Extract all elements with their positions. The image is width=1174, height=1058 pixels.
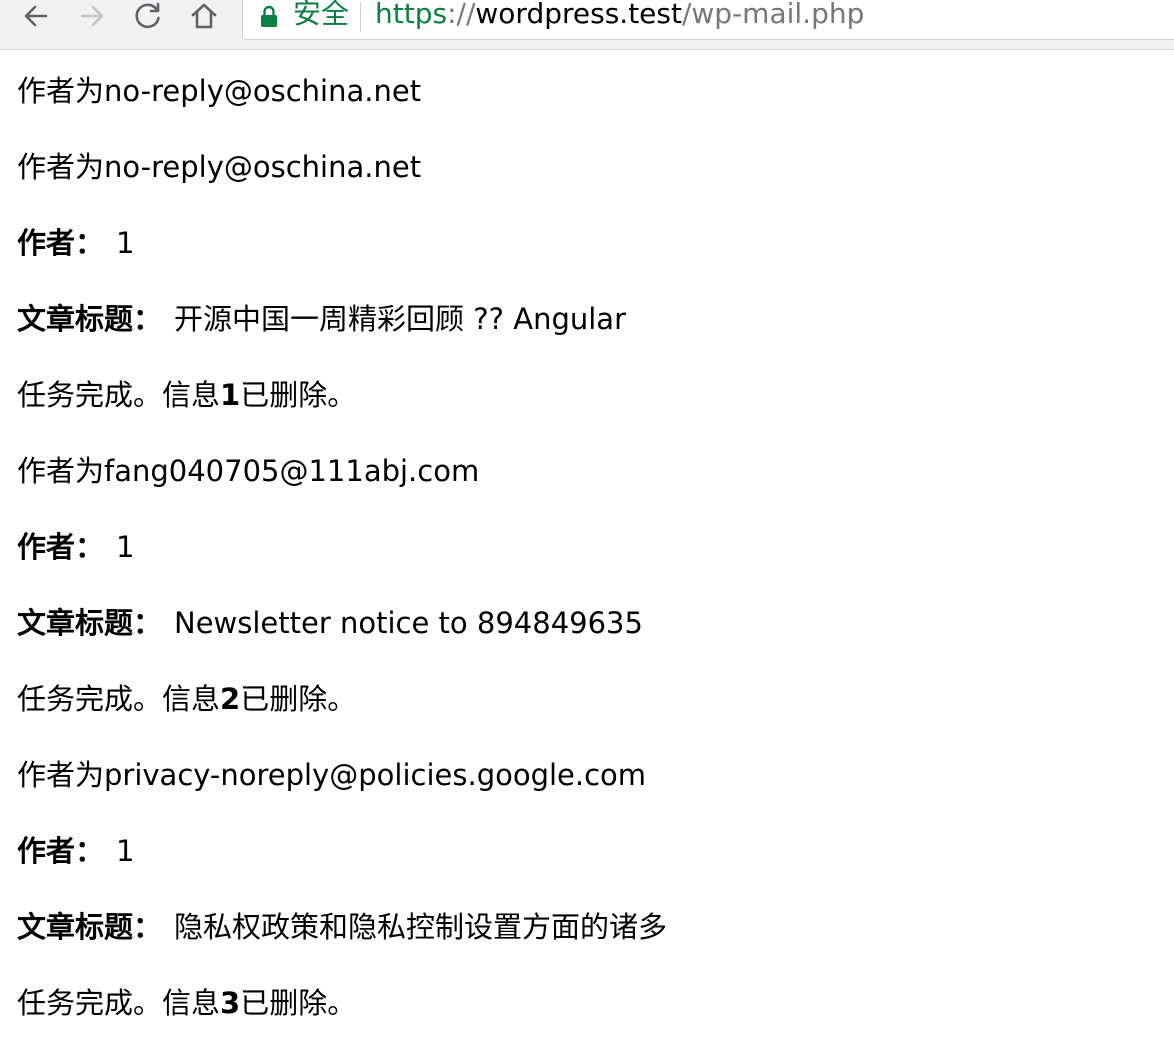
post-title-value: 开源中国一周精彩回顾 ?? Angular — [174, 302, 626, 336]
post-title-label: 文章标题： — [17, 302, 163, 336]
author-email-text: 作者为no-reply@oschina.net — [17, 74, 422, 108]
address-divider — [360, 2, 361, 32]
task-suffix: 已删除。 — [240, 378, 357, 412]
author-email-line: 作者为fang040705@111abj.com — [17, 436, 1157, 512]
author-value: 1 — [116, 834, 135, 868]
url-text[interactable]: https://wordpress.test/wp-mail.php — [375, 0, 864, 34]
url-separator: :// — [447, 0, 476, 30]
task-complete-line: 任务完成。信息3已删除。 — [17, 968, 1157, 1044]
task-complete-line: 任务完成。信息2已删除。 — [17, 664, 1157, 740]
task-prefix: 任务完成。信息 — [17, 682, 221, 716]
author-value: 1 — [116, 226, 135, 260]
url-host: wordpress.test — [475, 0, 682, 30]
post-title-line: 文章标题： Newsletter notice to 894849635 — [17, 588, 1157, 664]
author-label: 作者： — [17, 226, 105, 260]
author-email-line: 作者为no-reply@oschina.net — [17, 132, 1157, 208]
task-complete-line: 任务完成。信息1已删除。 — [17, 360, 1157, 436]
post-title-line: 文章标题： 隐私权政策和隐私控制设置方面的诸多 — [17, 892, 1157, 968]
back-icon — [22, 2, 50, 30]
url-path: /wp-mail.php — [681, 0, 865, 30]
lock-icon[interactable] — [260, 4, 278, 28]
author-value: 1 — [116, 530, 135, 564]
home-button[interactable] — [184, 0, 224, 32]
task-suffix: 已删除。 — [240, 682, 357, 716]
task-prefix: 任务完成。信息 — [17, 986, 221, 1020]
home-icon — [189, 1, 219, 31]
post-title-line: 文章标题： 开源中国一周精彩回顾 ?? Angular — [17, 284, 1157, 360]
post-title-value: Newsletter notice to 894849635 — [174, 606, 643, 640]
address-bar[interactable]: 安全 https://wordpress.test/wp-mail.php — [242, 0, 1174, 40]
author-line: 作者： 1 — [17, 208, 1157, 284]
author-line: 作者： 1 — [17, 512, 1157, 588]
back-button[interactable] — [16, 0, 56, 32]
message-number: 3 — [220, 986, 241, 1020]
author-line: 作者： 1 — [17, 816, 1157, 892]
author-label: 作者： — [17, 530, 105, 564]
forward-button[interactable] — [72, 0, 112, 32]
forward-icon — [78, 2, 106, 30]
author-label: 作者： — [17, 834, 105, 868]
url-scheme: https — [375, 0, 448, 30]
post-title-label: 文章标题： — [17, 606, 163, 640]
message-number: 2 — [220, 682, 241, 716]
author-email-text: 作者为no-reply@oschina.net — [17, 150, 422, 184]
message-number: 1 — [220, 378, 241, 412]
reload-icon — [133, 1, 163, 31]
security-status-label[interactable]: 安全 — [293, 0, 349, 34]
post-title-value: 隐私权政策和隐私控制设置方面的诸多 — [174, 910, 668, 944]
page-content: 作者为no-reply@oschina.net 作者为no-reply@osch… — [17, 56, 1157, 1044]
task-suffix: 已删除。 — [240, 986, 357, 1020]
author-email-text: 作者为fang040705@111abj.com — [17, 454, 480, 488]
reload-button[interactable] — [128, 0, 168, 32]
post-title-label: 文章标题： — [17, 910, 163, 944]
author-email-line: 作者为no-reply@oschina.net — [17, 56, 1157, 132]
author-email-line: 作者为privacy-noreply@policies.google.com — [17, 740, 1157, 816]
browser-toolbar: 安全 https://wordpress.test/wp-mail.php — [0, 0, 1174, 50]
task-prefix: 任务完成。信息 — [17, 378, 221, 412]
author-email-text: 作者为privacy-noreply@policies.google.com — [17, 758, 647, 792]
